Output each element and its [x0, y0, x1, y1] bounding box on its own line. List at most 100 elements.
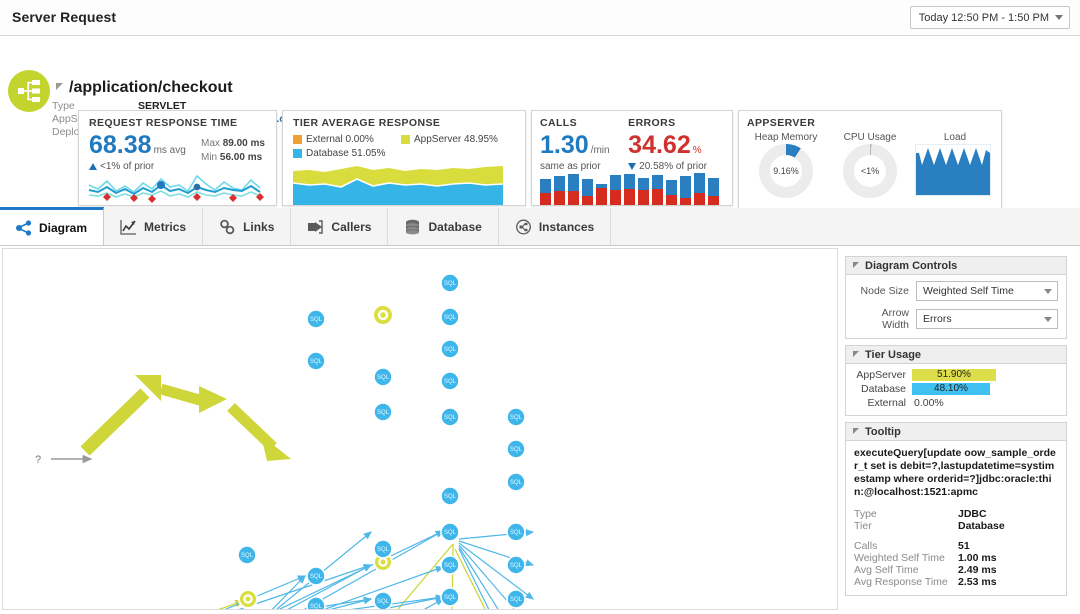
gauge-value: <1% [854, 155, 886, 187]
gauge-label: Load [943, 132, 967, 143]
tab-database[interactable]: Database [388, 208, 499, 245]
control-label: Node Size [860, 285, 909, 297]
kpi-title: TIER AVERAGE RESPONSE [293, 117, 441, 129]
collapse-triangle-icon[interactable] [853, 427, 859, 434]
gauge-label: Heap Memory [754, 132, 818, 143]
legend-swatch [293, 148, 302, 158]
calls-column: CALLS 1.30/min same as prior [540, 117, 628, 172]
tooltip-label: Avg Response Time [854, 576, 948, 588]
svg-text:SQL: SQL [310, 574, 323, 580]
calls-delta-label: same as prior [540, 161, 601, 172]
legend-label: AppServer 48.95% [414, 133, 498, 145]
kpi-request-response-time[interactable]: REQUEST RESPONSE TIME 68.38 ms avg <1% of… [78, 110, 277, 206]
share-nodes-icon [16, 219, 32, 236]
tooltip-row: Avg Response Time 2.53 ms [854, 576, 1058, 588]
legend-item-external: External 0.00% [293, 132, 401, 146]
kpi-title: CALLS [540, 117, 577, 129]
kpi-tier-average-response[interactable]: TIER AVERAGE RESPONSE External 0.00% App… [282, 110, 526, 206]
calls-value-row: 1.30/min [540, 132, 628, 158]
tier-usage-row-database: Database 48.10% [846, 382, 1058, 395]
tab-metrics[interactable]: Metrics [104, 208, 204, 245]
collapse-triangle-icon[interactable] [56, 83, 63, 90]
tab-bar: Diagram Metrics Links Callers Database I… [0, 207, 1080, 246]
tooltip-label: Type [854, 508, 877, 520]
kpi-delta-label: <1% of prior [100, 161, 155, 172]
svg-text:SQL: SQL [310, 604, 323, 609]
call-flow-diagram[interactable]: ? SQL SQL SQL SQL SQL SQL SQL SQL SQL SQ… [2, 248, 838, 610]
tab-content: ? SQL SQL SQL SQL SQL SQL SQL SQL SQL SQ… [0, 246, 1080, 614]
apm-server-request-page: Server Request Today 12:50 PM - 1:50 PM … [0, 0, 1080, 614]
svg-text:SQL: SQL [444, 494, 457, 500]
kpi-title: ERRORS [628, 117, 676, 129]
collapse-triangle-icon[interactable] [853, 350, 859, 357]
heap-memory-donut: 9.16% [759, 144, 813, 198]
kpi-calls-errors[interactable]: CALLS 1.30/min same as prior ERRORS 34.6… [531, 110, 733, 206]
chevron-down-icon [1055, 15, 1063, 20]
panel-title: Tooltip [865, 425, 901, 438]
calls-unit: /min [590, 145, 610, 156]
svg-text:SQL: SQL [444, 315, 457, 321]
tier-usage-row-external: External 0.00% [846, 396, 1058, 409]
calls-errors-columns: CALLS 1.30/min same as prior ERRORS 34.6… [540, 117, 724, 172]
control-label: Arrow Width [881, 307, 909, 331]
svg-text:SQL: SQL [310, 317, 323, 323]
tier-name: AppServer [856, 368, 906, 381]
tab-callers[interactable]: Callers [291, 208, 389, 245]
kpi-unit: ms avg [153, 145, 186, 156]
instance-circle-icon [515, 219, 531, 234]
errors-delta-label: 20.58% of prior [639, 161, 707, 172]
svg-text:SQL: SQL [310, 359, 323, 365]
tab-links[interactable]: Links [203, 208, 292, 245]
svg-text:SQL: SQL [510, 530, 523, 536]
time-range-picker[interactable]: Today 12:50 PM - 1:50 PM [909, 6, 1070, 29]
panel-tier-usage: Tier Usage AppServer 51.90% Database 48.… [845, 345, 1067, 416]
diagram-svg: ? SQL SQL SQL SQL SQL SQL SQL SQL SQL SQ… [35, 273, 535, 609]
chain-links-icon [220, 219, 235, 234]
legend-item-appserver: AppServer 48.95% [401, 132, 506, 146]
tooltip-label: Avg Self Time [854, 564, 919, 576]
arrow-up-icon [89, 163, 97, 170]
svg-text:SQL: SQL [510, 480, 523, 486]
page-title: Server Request [12, 9, 117, 25]
panel-header[interactable]: Diagram Controls [846, 257, 1066, 275]
calls-value: 1.30 [540, 131, 589, 159]
tier-name: External [867, 396, 906, 409]
tab-label: Diagram [39, 220, 88, 235]
min-value: 56.00 ms [219, 152, 263, 163]
kpi-minmax: Max 89.00 ms Min 56.00 ms [201, 137, 265, 165]
tooltip-value: 2.53 ms [958, 576, 997, 588]
tier-legend: External 0.00% AppServer 48.95% Database… [293, 132, 508, 160]
tooltip-value: 51 [958, 540, 970, 552]
tier-value: 51.90% [937, 369, 971, 380]
kpi-appserver[interactable]: APPSERVER Heap Memory 9.16% CPU Usage <1… [738, 110, 1002, 210]
tier-value: 48.10% [934, 383, 968, 394]
tab-label: Instances [538, 219, 595, 234]
kpi-title: APPSERVER [747, 117, 816, 129]
arrow-width-select[interactable]: Errors [916, 309, 1058, 329]
tab-instances[interactable]: Instances [499, 208, 612, 245]
collapse-triangle-icon[interactable] [853, 261, 859, 268]
node-size-select[interactable]: Weighted Self Time [916, 281, 1058, 301]
tooltip-label: Weighted Self Time [854, 552, 945, 564]
tab-diagram[interactable]: Diagram [0, 207, 105, 245]
entity-name-row: /application/checkout [56, 79, 233, 97]
tier-name: Database [861, 382, 906, 395]
panel-body: AppServer 51.90% Database 48.10% Externa… [846, 364, 1066, 415]
panel-header[interactable]: Tooltip [846, 423, 1066, 441]
errors-value: 34.62 [628, 131, 691, 159]
errors-column: ERRORS 34.62% 20.58% of prior [628, 117, 724, 172]
control-node-size: Node Size Weighted Self Time [854, 281, 1058, 301]
panel-title: Tier Usage [865, 348, 922, 361]
panel-header[interactable]: Tier Usage [846, 346, 1066, 364]
svg-text:SQL: SQL [377, 375, 390, 381]
legend-label: Database 51.05% [306, 147, 386, 159]
svg-text:SQL: SQL [377, 547, 390, 553]
panel-title: Diagram Controls [865, 259, 958, 272]
svg-text:SQL: SQL [377, 599, 390, 605]
side-panels: Diagram Controls Node Size Weighted Self… [845, 256, 1067, 602]
errors-delta: 20.58% of prior [628, 161, 724, 172]
servlet-tree-icon [8, 70, 50, 112]
svg-text:SQL: SQL [444, 281, 457, 287]
tier-value: 0.00% [914, 396, 944, 409]
time-range-label: Today 12:50 PM - 1:50 PM [918, 11, 1049, 24]
